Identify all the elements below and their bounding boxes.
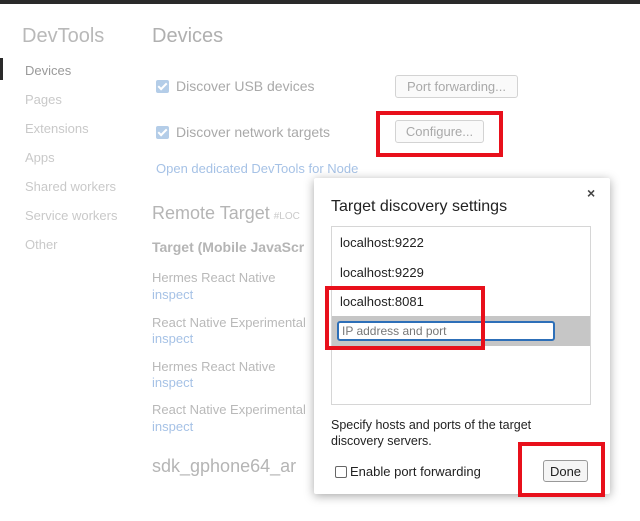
discover-usb-row[interactable]: Discover USB devices [156,78,315,94]
remote-target-tag: #LOC [273,211,300,222]
close-icon[interactable]: × [587,185,595,201]
enable-port-forwarding-label: Enable port forwarding [350,464,481,479]
target-name: React Native Experimental [152,402,306,417]
sidebar-item-devices[interactable]: Devices [25,63,71,78]
target-name: Hermes React Native [152,270,276,285]
inspect-link[interactable]: inspect [152,287,193,302]
port-forwarding-button[interactable]: Port forwarding... [395,75,518,98]
inspect-link[interactable]: inspect [152,419,193,434]
sidebar-item-other[interactable]: Other [25,237,58,252]
remote-target-title: Remote Target [152,203,270,223]
remote-target-heading: Remote Target #LOC [152,203,300,224]
target-name: React Native Experimental [152,315,306,330]
inspect-link[interactable]: inspect [152,331,193,346]
discover-network-checkbox[interactable] [156,125,169,139]
dialog-title: Target discovery settings [331,198,508,215]
sidebar-item-shared-workers[interactable]: Shared workers [25,179,116,194]
discover-network-label: Discover network targets [176,124,331,140]
discover-usb-checkbox[interactable] [156,79,169,93]
highlight-new-host [325,286,485,350]
sidebar-item-extensions[interactable]: Extensions [25,121,89,136]
highlight-done [518,442,605,497]
target-header: Target (Mobile JavaScr [152,239,305,255]
sidebar-title: DevTools [22,25,105,47]
discover-usb-label: Discover USB devices [176,78,315,94]
sidebar-item-apps[interactable]: Apps [25,150,55,165]
discover-network-row[interactable]: Discover network targets [156,124,330,140]
page-title: Devices [152,25,224,47]
list-item[interactable]: localhost:9229 [340,265,424,280]
inspect-link[interactable]: inspect [152,375,193,390]
enable-port-forwarding-checkbox[interactable] [335,465,347,478]
open-node-devtools-link[interactable]: Open dedicated DevTools for Node [156,161,358,176]
list-item[interactable]: localhost:9222 [340,235,424,250]
enable-port-forwarding-row[interactable]: Enable port forwarding [335,464,481,479]
highlight-configure [376,111,503,157]
device-heading: sdk_gphone64_ar [152,456,297,476]
sidebar-item-service-workers[interactable]: Service workers [25,208,117,223]
target-name: Hermes React Native [152,359,276,374]
sidebar-item-pages[interactable]: Pages [25,92,62,107]
